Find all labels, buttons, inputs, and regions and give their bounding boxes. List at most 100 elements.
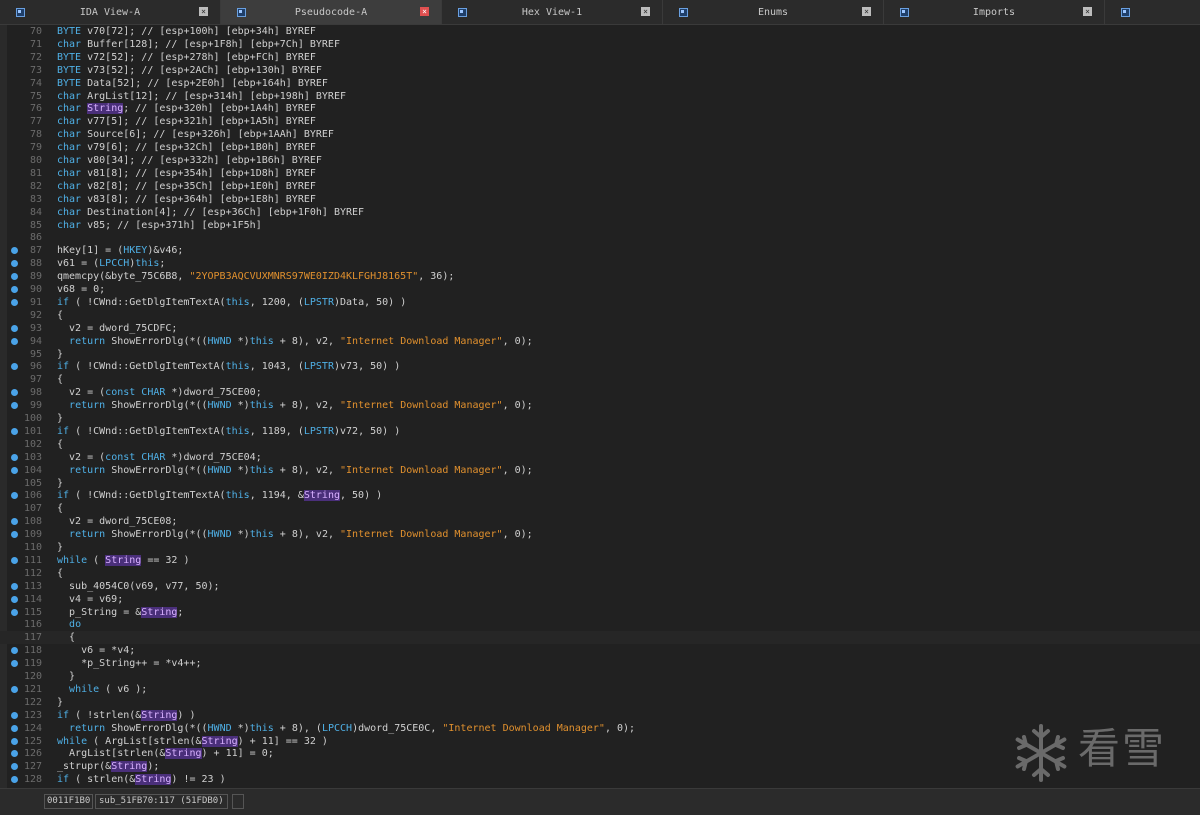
breakpoint-dot-icon[interactable] <box>11 582 18 590</box>
code-text[interactable]: char v77[5]; // [esp+321h] [ebp+1A5h] BY… <box>57 115 316 128</box>
tab-ida-view-a[interactable]: IDA View-A × <box>0 0 221 24</box>
code-text[interactable]: return ShowErrorDlg(*((HWND *)this + 8),… <box>57 399 533 412</box>
code-text[interactable]: char v83[8]; // [esp+364h] [ebp+1E8h] BY… <box>57 193 316 206</box>
code-line[interactable]: 128 if ( strlen(&String) != 23 ) <box>0 773 1200 786</box>
code-line[interactable]: 107 { <box>0 502 1200 515</box>
code-line[interactable]: 125 while ( ArgList[strlen(&String) + 11]… <box>0 735 1200 748</box>
code-text[interactable]: if ( !CWnd::GetDlgItemTextA(this, 1189, … <box>57 425 400 438</box>
breakpoint-dot-icon[interactable] <box>11 660 18 668</box>
code-text[interactable]: v2 = dword_75CDFC; <box>57 322 177 335</box>
code-text[interactable]: if ( strlen(&String) != 23 ) <box>57 773 226 786</box>
code-text[interactable]: v2 = (const CHAR *)dword_75CE00; <box>57 386 262 399</box>
breakpoint-dot-icon[interactable] <box>11 518 18 526</box>
code-line[interactable]: 99 return ShowErrorDlg(*((HWND *)this + … <box>0 399 1200 412</box>
code-line[interactable]: 100} <box>0 412 1200 425</box>
code-text[interactable]: char v81[8]; // [esp+354h] [ebp+1D8h] BY… <box>57 167 316 180</box>
code-text[interactable]: } <box>57 348 63 361</box>
code-text[interactable]: _strupr(&String); <box>57 760 159 773</box>
code-text[interactable]: { <box>57 438 63 451</box>
code-line[interactable]: 95} <box>0 348 1200 361</box>
pseudocode-view[interactable]: 70 BYTE v70[72]; // [esp+100h] [ebp+34h] … <box>0 25 1200 788</box>
code-text[interactable]: BYTE v70[72]; // [esp+100h] [ebp+34h] BY… <box>57 25 316 38</box>
code-line[interactable]: 97 { <box>0 373 1200 386</box>
code-text[interactable]: BYTE v73[52]; // [esp+2ACh] [ebp+130h] B… <box>57 64 322 77</box>
code-text[interactable]: char v80[34]; // [esp+332h] [ebp+1B6h] B… <box>57 154 322 167</box>
code-text[interactable]: while ( ArgList[strlen(&String) + 11] ==… <box>57 735 328 748</box>
tab-overflow[interactable] <box>1105 0 1191 24</box>
breakpoint-dot-icon[interactable] <box>11 608 18 616</box>
code-line[interactable]: 77 char v77[5]; // [esp+321h] [ebp+1A5h] … <box>0 115 1200 128</box>
code-line[interactable]: 126 ArgList[strlen(&String) + 11] = 0; <box>0 747 1200 760</box>
code-line[interactable]: 89 qmemcpy(&byte_75C6B8, "2YOPB3AQCVUXMNR… <box>0 270 1200 283</box>
breakpoint-dot-icon[interactable] <box>11 531 18 539</box>
code-text[interactable]: } <box>57 541 63 554</box>
code-text[interactable]: *p_String++ = *v4++; <box>57 657 201 670</box>
code-line[interactable]: 79 char v79[6]; // [esp+32Ch] [ebp+1B0h] … <box>0 141 1200 154</box>
code-line[interactable]: 81 char v81[8]; // [esp+354h] [ebp+1D8h] … <box>0 167 1200 180</box>
breakpoint-dot-icon[interactable] <box>11 466 18 474</box>
code-line[interactable]: 127 _strupr(&String); <box>0 760 1200 773</box>
breakpoint-dot-icon[interactable] <box>11 273 18 281</box>
code-text[interactable]: char Buffer[128]; // [esp+1F8h] [ebp+7Ch… <box>57 38 340 51</box>
code-line[interactable]: 124 return ShowErrorDlg(*((HWND *)this +… <box>0 722 1200 735</box>
code-line[interactable]: 106 if ( !CWnd::GetDlgItemTextA(this, 119… <box>0 489 1200 502</box>
code-line[interactable]: 103 v2 = (const CHAR *)dword_75CE04; <box>0 451 1200 464</box>
code-line[interactable]: 83 char v83[8]; // [esp+364h] [ebp+1E8h] … <box>0 193 1200 206</box>
code-text[interactable]: { <box>57 373 63 386</box>
code-line[interactable]: 86 <box>0 231 1200 244</box>
code-text[interactable]: do <box>57 618 81 631</box>
code-text[interactable]: } <box>57 670 75 683</box>
breakpoint-dot-icon[interactable] <box>11 337 18 345</box>
code-text[interactable]: hKey[1] = (HKEY)&v46; <box>57 244 183 257</box>
code-text[interactable]: while ( v6 ); <box>57 683 147 696</box>
close-icon[interactable]: × <box>420 7 429 16</box>
code-line[interactable]: 112 { <box>0 567 1200 580</box>
code-line[interactable]: 121 while ( v6 ); <box>0 683 1200 696</box>
code-text[interactable]: if ( !strlen(&String) ) <box>57 709 195 722</box>
code-line[interactable]: 92 { <box>0 309 1200 322</box>
code-line[interactable]: 91 if ( !CWnd::GetDlgItemTextA(this, 1200… <box>0 296 1200 309</box>
code-line[interactable]: 73 BYTE v73[52]; // [esp+2ACh] [ebp+130h]… <box>0 64 1200 77</box>
tab-imports[interactable]: Imports × <box>884 0 1105 24</box>
code-line[interactable]: 71 char Buffer[128]; // [esp+1F8h] [ebp+7… <box>0 38 1200 51</box>
breakpoint-dot-icon[interactable] <box>11 402 18 410</box>
code-text[interactable]: { <box>57 502 63 515</box>
code-line[interactable]: 94 return ShowErrorDlg(*((HWND *)this + … <box>0 335 1200 348</box>
code-text[interactable]: ArgList[strlen(&String) + 11] = 0; <box>57 747 274 760</box>
code-text[interactable]: v2 = (const CHAR *)dword_75CE04; <box>57 451 262 464</box>
code-text[interactable]: { <box>57 567 63 580</box>
code-text[interactable]: v68 = 0; <box>57 283 105 296</box>
code-line[interactable]: 102 { <box>0 438 1200 451</box>
breakpoint-dot-icon[interactable] <box>11 763 18 771</box>
code-line[interactable]: 117 { <box>0 631 1200 645</box>
code-line[interactable]: 85 char v85; // [esp+371h] [ebp+1F5h] <box>0 219 1200 232</box>
code-line[interactable]: 110} <box>0 541 1200 554</box>
breakpoint-dot-icon[interactable] <box>11 685 18 693</box>
code-text[interactable]: char v85; // [esp+371h] [ebp+1F5h] <box>57 219 262 232</box>
breakpoint-dot-icon[interactable] <box>11 711 18 719</box>
code-text[interactable]: } <box>57 412 63 425</box>
breakpoint-dot-icon[interactable] <box>11 556 18 564</box>
close-icon[interactable]: × <box>1083 7 1092 16</box>
breakpoint-dot-icon[interactable] <box>11 737 18 745</box>
code-text[interactable]: if ( !CWnd::GetDlgItemTextA(this, 1200, … <box>57 296 406 309</box>
code-line[interactable]: 98 v2 = (const CHAR *)dword_75CE00; <box>0 386 1200 399</box>
breakpoint-dot-icon[interactable] <box>11 286 18 293</box>
code-text[interactable]: char Source[6]; // [esp+326h] [ebp+1AAh]… <box>57 128 334 141</box>
code-line[interactable]: 109 return ShowErrorDlg(*((HWND *)this +… <box>0 528 1200 541</box>
code-text[interactable]: } <box>57 696 63 709</box>
code-text[interactable]: char v79[6]; // [esp+32Ch] [ebp+1B0h] BY… <box>57 141 316 154</box>
breakpoint-dot-icon[interactable] <box>11 298 18 306</box>
code-text[interactable]: qmemcpy(&byte_75C6B8, "2YOPB3AQCVUXMNRS9… <box>57 270 454 283</box>
code-text[interactable]: return ShowErrorDlg(*((HWND *)this + 8),… <box>57 464 533 477</box>
code-line[interactable]: 74 BYTE Data[52]; // [esp+2E0h] [ebp+164h… <box>0 77 1200 90</box>
code-line[interactable]: 75 char ArgList[12]; // [esp+314h] [ebp+1… <box>0 90 1200 103</box>
code-line[interactable]: 93 v2 = dword_75CDFC; <box>0 322 1200 335</box>
code-line[interactable]: 122} <box>0 696 1200 709</box>
code-line[interactable]: 101 if ( !CWnd::GetDlgItemTextA(this, 118… <box>0 425 1200 438</box>
code-line[interactable]: 88 v61 = (LPCCH)this; <box>0 257 1200 270</box>
code-line[interactable]: 120 } <box>0 670 1200 683</box>
breakpoint-dot-icon[interactable] <box>11 647 18 655</box>
code-text[interactable]: char String; // [esp+320h] [ebp+1A4h] BY… <box>57 102 316 115</box>
tab-hex-view-1[interactable]: Hex View-1 × <box>442 0 663 24</box>
